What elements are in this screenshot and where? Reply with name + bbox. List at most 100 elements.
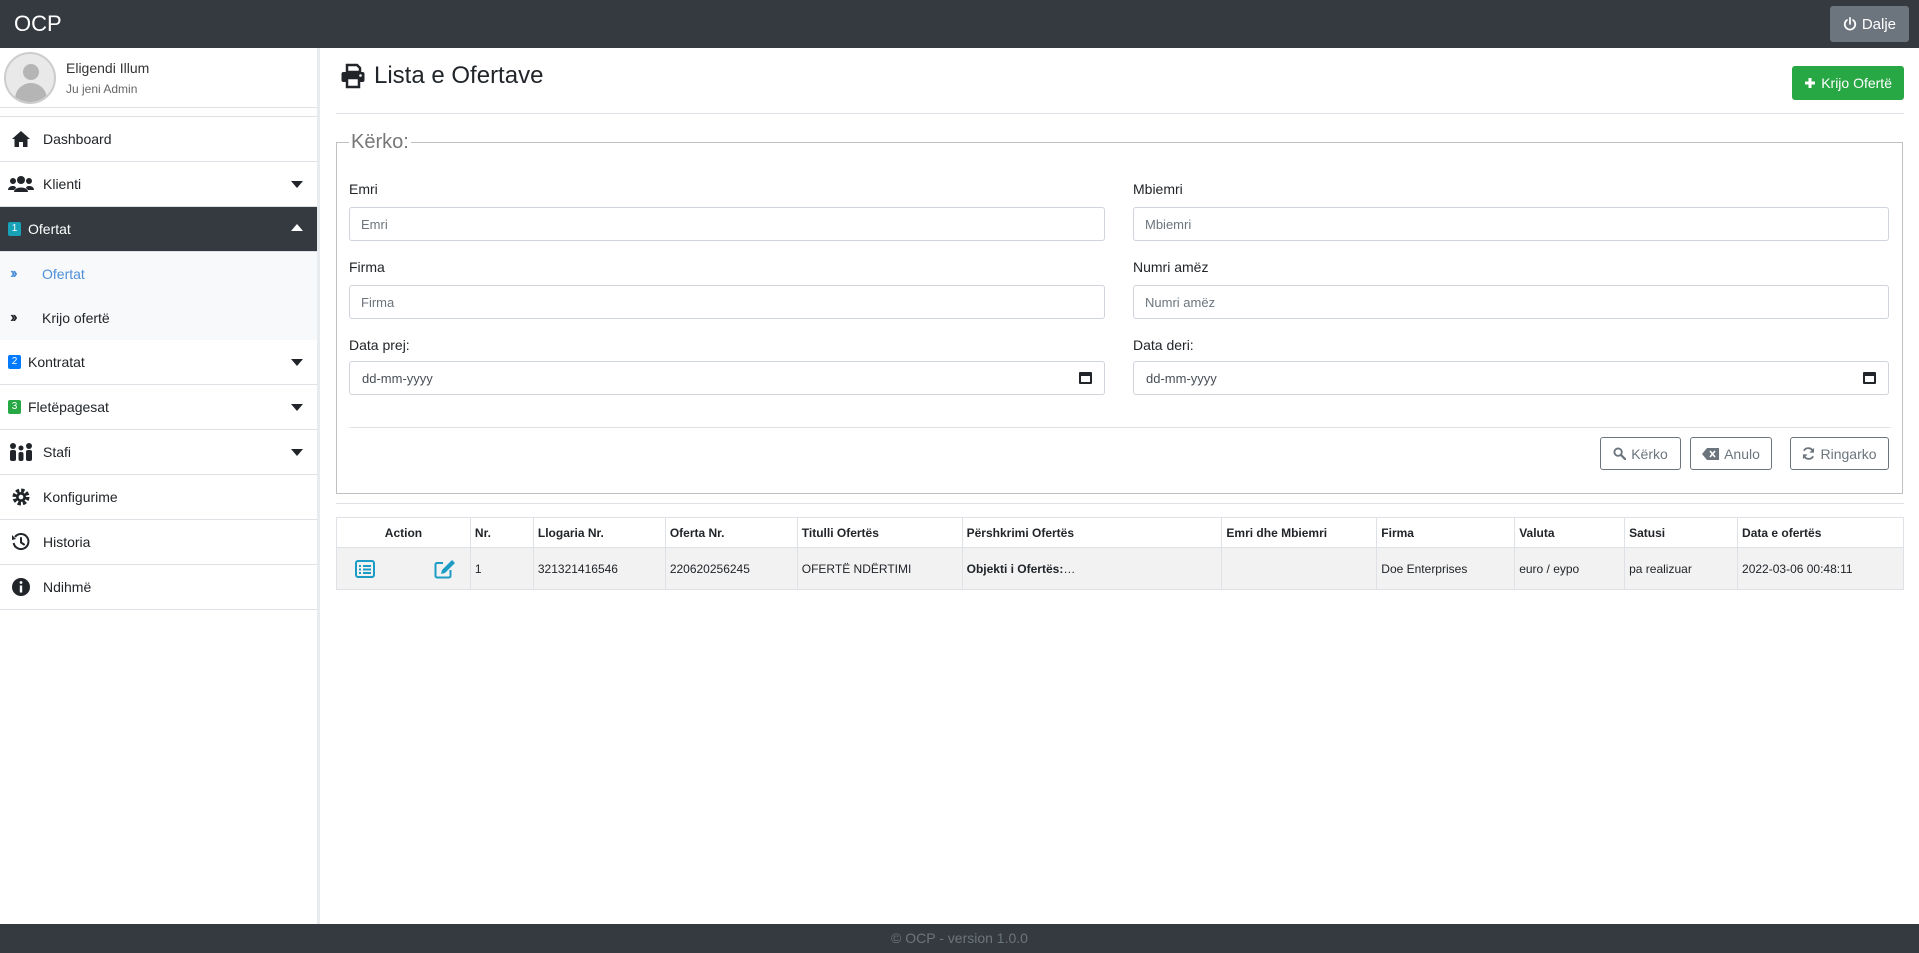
calendar-icon[interactable] <box>1079 372 1092 384</box>
sidebar-item-label: Fletëpagesat <box>28 399 109 415</box>
user-panel: Eligendi Illum Ju jeni Admin <box>0 48 317 108</box>
sidebar-badge: 3 <box>8 400 21 414</box>
double-chevron-right-icon: ›› <box>10 265 18 282</box>
numri-amez-label: Numri amëz <box>1133 259 1209 275</box>
create-offer-label: Krijo Ofertë <box>1821 75 1892 91</box>
sidebar-item-label: Ofertat <box>28 221 71 237</box>
calendar-icon[interactable] <box>1863 372 1876 384</box>
backspace-icon <box>1702 447 1720 460</box>
sidebar-item-label: Ndihmë <box>43 579 92 595</box>
print-icon <box>341 63 365 89</box>
data-deri-input[interactable]: dd-mm-yyyy <box>1133 361 1889 395</box>
search-icon <box>1613 447 1627 460</box>
sidebar-item-label: Historia <box>43 534 91 550</box>
sidebar-item-historia[interactable]: Historia <box>0 520 317 565</box>
numri-amez-input[interactable] <box>1133 285 1889 319</box>
power-icon <box>1843 17 1856 31</box>
edit-icon[interactable] <box>434 559 456 579</box>
column-header-nr[interactable]: Nr. <box>469 517 534 548</box>
avatar <box>4 51 56 104</box>
search-legend: Kërko: <box>349 131 411 154</box>
cancel-button[interactable]: Anulo <box>1690 437 1772 470</box>
emri-label: Emri <box>349 181 378 197</box>
brand-logo[interactable]: OCP <box>14 11 62 37</box>
submenu-item-label: Krijo ofertë <box>42 310 110 326</box>
chevron-up-icon <box>291 224 303 231</box>
column-header-oferta[interactable]: Oferta Nr. <box>664 517 798 548</box>
double-chevron-right-icon: ›› <box>10 309 18 326</box>
sidebar-item-stafi[interactable]: Stafi <box>0 430 317 475</box>
submenu-item-ofertat[interactable]: ›› Ofertat <box>0 252 317 296</box>
gear-icon <box>8 486 34 508</box>
submenu-item-label: Ofertat <box>42 266 85 282</box>
firma-input[interactable] <box>349 285 1105 319</box>
chevron-down-icon <box>291 404 303 411</box>
sidebar-item-klienti[interactable]: Klienti <box>0 162 317 207</box>
cancel-button-label: Anulo <box>1724 445 1760 462</box>
sidebar-menu: Dashboard Klienti 1 Ofertat ›› Ofertat ›… <box>0 116 317 610</box>
chevron-down-icon <box>291 449 303 456</box>
cell-data: 2022-03-06 00:48:11 <box>1737 547 1904 590</box>
cell-valuta: euro / eypo <box>1514 547 1626 590</box>
plus-icon <box>1805 78 1816 88</box>
table-row[interactable]: 1 321321416546 220620256245 OFERTË NDËRT… <box>336 547 1904 590</box>
pershkrimi-bold: Objekti i Ofertës: <box>966 561 1064 576</box>
data-deri-label: Data deri: <box>1133 337 1194 353</box>
page-title: Lista e Ofertave <box>340 62 543 90</box>
emri-input[interactable] <box>349 207 1105 241</box>
reload-button[interactable]: Ringarko <box>1790 437 1889 470</box>
column-header-firma[interactable]: Firma <box>1376 517 1516 548</box>
sidebar-item-label: Kontratat <box>28 354 85 370</box>
table-header-row: Action Nr. Llogaria Nr. Oferta Nr. Titul… <box>336 517 1904 548</box>
column-header-statusi[interactable]: Satusi <box>1624 517 1739 548</box>
page-header: Lista e Ofertave Krijo Ofertë <box>336 62 1904 114</box>
offers-table-wrapper: Action Nr. Llogaria Nr. Oferta Nr. Titul… <box>336 517 1904 590</box>
sidebar-item-kontratat[interactable]: 2 Kontratat <box>0 340 317 385</box>
date-value: dd-mm-yyyy <box>1146 370 1217 386</box>
users-icon <box>8 173 34 195</box>
sidebar-item-fletepagesat[interactable]: 3 Fletëpagesat <box>0 385 317 430</box>
search-button-label: Kërko <box>1631 445 1668 462</box>
sidebar-item-ofertat[interactable]: 1 Ofertat <box>0 207 317 252</box>
mbiemri-input[interactable] <box>1133 207 1889 241</box>
search-fieldset: Kërko: Emri Mbiemri Firma Numri amëz Dat… <box>336 131 1903 494</box>
cell-firma: Doe Enterprises <box>1376 547 1516 590</box>
form-divider <box>349 427 1891 428</box>
column-header-data[interactable]: Data e ofertës <box>1737 517 1904 548</box>
main-content: Lista e Ofertave Krijo Ofertë Kërko: Emr… <box>323 48 1919 924</box>
sidebar-item-dashboard[interactable]: Dashboard <box>0 117 317 162</box>
column-header-action[interactable]: Action <box>336 517 471 548</box>
footer: © OCP - version 1.0.0 <box>0 924 1919 953</box>
staff-icon <box>8 441 34 463</box>
offers-table: Action Nr. Llogaria Nr. Oferta Nr. Titul… <box>336 517 1904 590</box>
column-header-emri-mbiemri[interactable]: Emri dhe Mbiemri <box>1221 517 1378 548</box>
search-button[interactable]: Kërko <box>1600 437 1681 470</box>
divider <box>336 503 1904 504</box>
sidebar-badge: 1 <box>8 222 21 236</box>
data-prej-input[interactable]: dd-mm-yyyy <box>349 361 1105 395</box>
reload-button-label: Ringarko <box>1820 445 1877 462</box>
cell-emri-mbiemri <box>1221 547 1378 590</box>
create-offer-button[interactable]: Krijo Ofertë <box>1792 66 1904 100</box>
sidebar-item-label: Dashboard <box>43 131 112 147</box>
date-value: dd-mm-yyyy <box>362 370 433 386</box>
column-header-llogaria[interactable]: Llogaria Nr. <box>532 517 666 548</box>
sidebar-item-ndihme[interactable]: Ndihmë <box>0 565 317 610</box>
logout-label: Dalje <box>1861 15 1896 33</box>
chevron-down-icon <box>291 181 303 188</box>
data-prej-label: Data prej: <box>349 337 410 353</box>
action-cell <box>336 547 471 590</box>
column-header-titulli[interactable]: Titulli Ofertës <box>796 517 963 548</box>
logout-button[interactable]: Dalje <box>1829 6 1909 42</box>
sidebar-badge: 2 <box>8 355 21 369</box>
submenu-item-krijo-oferte[interactable]: ›› Krijo ofertë <box>0 296 317 340</box>
chevron-down-icon <box>291 359 303 366</box>
info-icon <box>8 576 34 598</box>
history-icon <box>8 531 34 553</box>
view-list-icon[interactable] <box>355 559 375 578</box>
cell-pershkrimi: Objekti i Ofertës:… <box>961 547 1223 590</box>
ofertat-submenu: ›› Ofertat ›› Krijo ofertë <box>0 252 317 340</box>
sidebar-item-konfigurime[interactable]: Konfigurime <box>0 475 317 520</box>
column-header-valuta[interactable]: Valuta <box>1514 517 1626 548</box>
column-header-pershkrimi[interactable]: Përshkrimi Ofertës <box>961 517 1223 548</box>
